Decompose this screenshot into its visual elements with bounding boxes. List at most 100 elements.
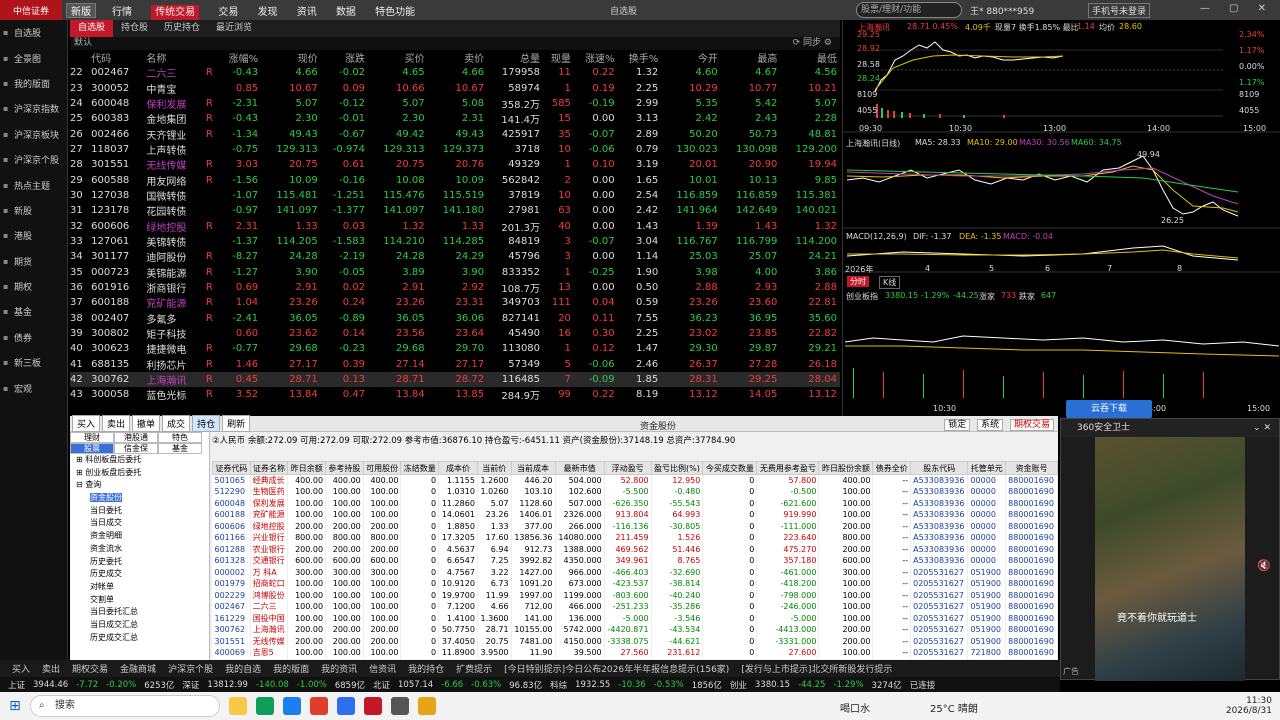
- quote-row[interactable]: 26 002466 天齐锂业 R -1.34 49.43 -0.67 49.42 49.43 42…: [70, 126, 840, 142]
- quote-row[interactable]: 31 123178 花园转债 -0.97 141.097 -1.377 141.097 141…: [70, 203, 840, 218]
- user-info[interactable]: 王* 880***959: [970, 4, 1034, 17]
- funcbar-item[interactable]: [今日特别提示]今日公布2026年半年报信息提示(156家): [504, 662, 729, 675]
- positions-header-cell[interactable]: 盈亏比例(%): [650, 461, 704, 475]
- trading-app-icon[interactable]: [364, 697, 382, 715]
- tab-kline[interactable]: K线: [879, 276, 901, 289]
- tree-sub-item[interactable]: 历史委托: [70, 556, 209, 569]
- app-icon-1[interactable]: [310, 697, 328, 715]
- positions-header-cell[interactable]: 当前成本: [510, 461, 556, 475]
- quote-header-cell[interactable]: 买价: [368, 50, 428, 65]
- positions-header-cell[interactable]: 浮动盈亏: [603, 461, 652, 475]
- tree-item[interactable]: ⊞ 创业板盘后委托: [70, 467, 209, 480]
- menu-news[interactable]: 资讯: [297, 7, 317, 18]
- quote-row[interactable]: 32 600606 绿地控股 R 2.31 1.33 0.03 1.32 1.33 201.3万 4…: [70, 218, 840, 234]
- quote-row[interactable]: 42 300762 上海瀚讯 R 0.45 28.71 0.13 28.71 28.72 1164…: [70, 371, 840, 388]
- quote-row[interactable]: 36 601916 浙商银行 R 0.69 2.91 0.02 2.91 2.92 108.7万 1…: [70, 280, 840, 295]
- quote-row[interactable]: 29 600588 用友网络 R -1.56 10.09 -0.16 10.08 10.09 56…: [70, 172, 840, 188]
- nav-item-bonds[interactable]: 债券: [0, 325, 67, 350]
- position-row[interactable]: 501065 经典成长 400.00 400.00 400.00 0 1.1155 1.260…: [212, 474, 1058, 486]
- tab-holdings[interactable]: 持仓股: [113, 20, 156, 37]
- position-row[interactable]: 600606 绿地控股 200.00 200.00 200.00 0 1.8850 1.33 3…: [212, 520, 1058, 532]
- position-row[interactable]: 600188 兖矿能源 100.00 100.00 100.00 0 14.0601 23.2…: [212, 509, 1058, 521]
- options-trade-button[interactable]: 期权交易: [1009, 419, 1054, 431]
- quote-header-cell[interactable]: 最低: [780, 50, 840, 65]
- nav-item-stocks[interactable]: 沪深京个股: [0, 147, 67, 172]
- position-row[interactable]: 000002 万 科A 300.00 300.00 300.00 0 4.7567 3.22 1…: [212, 566, 1058, 578]
- positions-header-cell[interactable]: 证券代码: [212, 461, 251, 475]
- windows-start-icon[interactable]: ⊞: [0, 698, 30, 714]
- funcbar-item[interactable]: 我的自选: [225, 662, 261, 675]
- quote-row[interactable]: 33 127061 美锦转债 -1.37 114.205 -1.583 114.210 114…: [70, 234, 840, 249]
- position-row[interactable]: 002467 二六三 100.00 100.00 100.00 0 7.1200 4.66 71…: [212, 601, 1058, 613]
- quote-row[interactable]: 27 118037 上声转债 -0.75 129.313 -0.974 129.313 129…: [70, 142, 840, 157]
- menu-traditional-trade[interactable]: 传统交易: [151, 4, 200, 20]
- video-popup[interactable]: 360安全卫士 ⌄ ✕ 竟不着你就玩道士 🔇 广告: [1060, 418, 1280, 681]
- tree-tab-funds[interactable]: 基金: [158, 443, 202, 454]
- positions-header-cell[interactable]: 托管单元: [967, 461, 1007, 475]
- app-icon-4[interactable]: [418, 697, 436, 715]
- tab-history-holdings[interactable]: 历史持仓: [156, 20, 208, 37]
- sync-button[interactable]: ⟳ 同步 ⚙: [793, 37, 832, 50]
- quote-header-cell[interactable]: [70, 50, 91, 65]
- funcbar-item[interactable]: 我的持仓: [408, 662, 444, 675]
- tree-sub-item[interactable]: 资金明细: [70, 530, 209, 543]
- tree-sub-item[interactable]: 当日委托汇总: [70, 606, 209, 619]
- position-row[interactable]: 002229 鸿博股份 100.00 100.00 100.00 0 19.9700 11.9…: [212, 589, 1058, 601]
- tree-sub-item[interactable]: 历史成交: [70, 568, 209, 581]
- positions-header-cell[interactable]: 可用股份: [362, 461, 402, 475]
- positions-header-cell[interactable]: 昨日余额: [287, 461, 327, 475]
- quote-header-cell[interactable]: 涨速%: [574, 50, 618, 65]
- app-icon-3[interactable]: [391, 697, 409, 715]
- quote-header-cell[interactable]: 今开: [661, 50, 721, 65]
- quote-row[interactable]: 28 301551 无线传媒 R 3.03 20.75 0.61 20.75 20.76 4932…: [70, 157, 840, 172]
- tree-sub-item[interactable]: 当日成交: [70, 517, 209, 530]
- positions-header-cell[interactable]: 冻结数量: [400, 461, 440, 475]
- app-icon-2[interactable]: [337, 697, 355, 715]
- lock-button[interactable]: 锁定: [944, 419, 971, 431]
- funcbar-item[interactable]: 我的资讯: [321, 662, 357, 675]
- tree-tab-featured[interactable]: 特色: [158, 432, 202, 443]
- menu-trade[interactable]: 交易: [218, 7, 238, 18]
- position-row[interactable]: 300762 上海瀚讯 200.00 200.00 200.00 0 50.7750 28.7…: [212, 624, 1058, 636]
- nav-item-futures[interactable]: 期货: [0, 249, 67, 274]
- menu-features[interactable]: 特色功能: [375, 7, 415, 18]
- quote-header-cell[interactable]: 涨跌: [321, 50, 368, 65]
- positions-header-cell[interactable]: 最新市值: [554, 461, 605, 475]
- positions-header-cell[interactable]: 当前价: [476, 461, 512, 475]
- quote-header-cell[interactable]: 涨幅%: [218, 50, 262, 65]
- window-controls[interactable]: — ▢ ✕: [1200, 3, 1274, 14]
- taskbar-search[interactable]: 搜索: [30, 695, 220, 717]
- file-explorer-icon[interactable]: [229, 697, 247, 715]
- tree-sub-item[interactable]: 当日委托: [70, 505, 209, 518]
- tree-item[interactable]: ⊟ 查询: [70, 479, 209, 492]
- nav-item-index[interactable]: 沪深京指数: [0, 96, 67, 121]
- position-row[interactable]: 161229 国投中国 100.00 100.00 100.00 0 1.4100 1.360…: [212, 612, 1058, 624]
- nav-item-watchlist[interactable]: 自选股: [0, 20, 67, 45]
- tab-watchlist[interactable]: 自选股: [70, 20, 114, 37]
- nav-item-hk[interactable]: 港股: [0, 223, 67, 248]
- tree-sub-item[interactable]: 资金流水: [70, 543, 209, 556]
- funcbar-item[interactable]: 沪深京个股: [168, 662, 213, 675]
- quote-row[interactable]: 41 688135 利扬芯片 R 1.46 27.17 0.39 27.14 27.17 5734…: [70, 357, 840, 372]
- quote-header-cell[interactable]: 总量: [487, 50, 543, 65]
- cloud-download-button[interactable]: 云吞下载: [1066, 400, 1152, 418]
- funcbar-item[interactable]: 扩费提示: [456, 662, 492, 675]
- positions-header-cell[interactable]: 债券全价: [872, 461, 912, 475]
- mute-icon[interactable]: 🔇: [1257, 559, 1271, 572]
- tree-sub-item[interactable]: 当日成交汇总: [70, 619, 209, 632]
- close-icon[interactable]: ⌄ ✕: [1253, 419, 1271, 437]
- nav-item-neeq[interactable]: 新三板: [0, 350, 67, 375]
- menu-market[interactable]: 行情: [112, 7, 132, 18]
- quote-header-cell[interactable]: 代码: [91, 50, 146, 65]
- positions-header-cell[interactable]: 昨日股份余额: [818, 461, 874, 475]
- video-frame[interactable]: [1095, 437, 1245, 681]
- tab-intraday[interactable]: 分时: [847, 276, 869, 287]
- positions-header-cell[interactable]: 成本价: [438, 461, 478, 475]
- funcbar-item[interactable]: 卖出: [42, 662, 60, 675]
- tree-tab-hk-connect[interactable]: 港股通: [114, 432, 158, 443]
- quote-row[interactable]: 23 300052 中青宝 0.85 10.67 0.09 10.66 10.67 58974 1…: [70, 80, 840, 96]
- funcbar-item[interactable]: 信资讯: [369, 662, 396, 675]
- positions-header-cell[interactable]: 资金账号: [1005, 461, 1058, 475]
- quote-row[interactable]: 34 301177 迪阿股份 R -8.27 24.28 -2.19 24.28 24.29 45…: [70, 249, 840, 264]
- nav-item-ipo[interactable]: 新股: [0, 198, 67, 223]
